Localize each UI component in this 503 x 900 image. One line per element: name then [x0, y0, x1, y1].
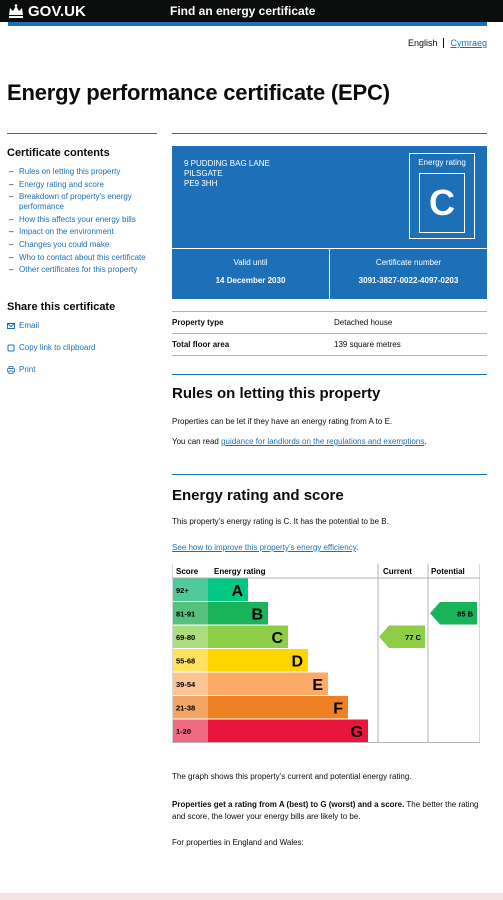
- score-label-e: 39-54: [176, 680, 196, 689]
- rules-paragraph-2-prefix: You can read: [172, 437, 222, 446]
- chart-header-score: Score: [176, 567, 199, 576]
- rating-letter-a: A: [231, 583, 243, 600]
- language-separator: [443, 38, 445, 48]
- share-email-label: Email: [19, 321, 40, 331]
- england-wales-note: For properties in England and Wales:: [172, 838, 304, 847]
- chart-header-rating: Energy rating: [214, 567, 266, 576]
- graph-description: The graph shows this property’s current …: [172, 772, 412, 781]
- summary-row-floor-area: Total floor area 139 square metres: [172, 334, 487, 356]
- score-label-c: 69-80: [176, 633, 195, 642]
- rating-letter-b: B: [251, 606, 263, 623]
- chart-header-current: Current: [383, 567, 412, 576]
- improve-efficiency-paragraph: See how to improve this property’s energ…: [172, 542, 487, 554]
- contents-link-breakdown[interactable]: Breakdown of property’s energy performan…: [7, 192, 157, 212]
- epc-header-panel: 9 Pudding Bag Lane Pilsgate PE9 3HH Ener…: [172, 146, 487, 248]
- improve-efficiency-link[interactable]: See how to improve this property’s energ…: [172, 543, 356, 552]
- header-underline: [8, 22, 487, 26]
- score-label-b: 81-91: [176, 609, 195, 618]
- share-print-link[interactable]: Print: [7, 365, 157, 374]
- certificate-contents-title: Certificate contents: [7, 147, 110, 159]
- rating-letter-f: F: [333, 700, 343, 717]
- score-label-g: 1-20: [176, 727, 191, 736]
- current-rating-marker-label: 77 C: [405, 633, 421, 642]
- language-switcher: English Cymraeg: [408, 38, 487, 48]
- bottom-strip: [0, 893, 503, 900]
- chart-header-potential: Potential: [431, 567, 465, 576]
- rating-letter-c: C: [271, 630, 283, 647]
- certificate-number-value: 3091-3827-0022-4097-0203: [358, 276, 459, 285]
- valid-until-value: 14 December 2030: [215, 276, 286, 285]
- summary-value: 139 square metres: [334, 340, 401, 349]
- rules-title: Rules on letting this property: [172, 385, 381, 402]
- certificate-number-label: Certificate number: [375, 258, 442, 267]
- language-welsh-link[interactable]: Cymraeg: [450, 38, 487, 48]
- chart-bands: 92+ A 81-91 B 69-80 C 55-68 D 39-54 E 21-38 F 1-20 G: [173, 578, 368, 742]
- energy-rating-paragraph: This property’s energy rating is C. It h…: [172, 517, 389, 526]
- rating-explanation-bold: Properties get a rating from A (best) to…: [172, 800, 405, 809]
- envelope-icon: [7, 322, 15, 329]
- address-line-1: 9 Pudding Bag Lane: [184, 159, 270, 168]
- rating-bar-e: [208, 672, 328, 695]
- score-label-a: 92+: [176, 586, 189, 595]
- contents-link-bills[interactable]: How this affects your energy bills: [7, 215, 157, 225]
- summary-key: Total floor area: [172, 340, 230, 349]
- valid-until-label: Valid until: [233, 258, 268, 267]
- property-address: 9 Pudding Bag Lane Pilsgate PE9 3HH: [184, 159, 270, 189]
- energy-rating-label: Energy rating: [418, 158, 466, 167]
- share-email-link[interactable]: Email: [7, 321, 157, 330]
- contents-link-changes[interactable]: Changes you could make: [7, 240, 157, 250]
- energy-rating-chart: Score Energy rating Current Potential 92…: [171, 564, 481, 743]
- energy-rating-box: Energy rating C: [409, 153, 475, 239]
- logo-text: GOV.UK: [28, 2, 86, 20]
- rules-section: Rules on letting this property Propertie…: [172, 374, 487, 448]
- summary-row-property-type: Property type Detached house: [172, 312, 487, 334]
- rating-letter-d: D: [291, 653, 303, 670]
- govuk-logo[interactable]: GOV.UK: [8, 3, 170, 20]
- epc-details-row: Valid until 14 December 2030 Certificate…: [172, 248, 487, 299]
- sidebar: Certificate contents Rules on letting th…: [7, 133, 157, 387]
- contents-link-contact[interactable]: Who to contact about this certificate: [7, 253, 157, 263]
- address-line-2: Pilsgate: [184, 169, 223, 178]
- contents-list: Rules on letting this property Energy ra…: [7, 167, 157, 275]
- service-name[interactable]: Find an energy certificate: [170, 4, 315, 18]
- share-copy-label: Copy link to clipboard: [19, 343, 96, 353]
- site-header: GOV.UK Find an energy certificate: [0, 0, 503, 26]
- certificate-number-cell: Certificate number 3091-3827-0022-4097-0…: [329, 249, 487, 299]
- score-label-f: 21-38: [176, 703, 195, 712]
- contents-link-rating[interactable]: Energy rating and score: [7, 180, 157, 190]
- language-current: English: [407, 38, 438, 48]
- rating-bar-g: [208, 719, 368, 742]
- printer-icon: [7, 365, 15, 374]
- energy-rating-title: Energy rating and score: [172, 487, 344, 504]
- landlord-guidance-link[interactable]: guidance for landlords on the regulation…: [221, 437, 424, 446]
- epc-summary-box: 9 Pudding Bag Lane Pilsgate PE9 3HH Ener…: [172, 133, 487, 299]
- main-content: 9 Pudding Bag Lane Pilsgate PE9 3HH Ener…: [171, 133, 487, 849]
- page-title: Energy performance certificate (EPC): [7, 80, 390, 105]
- crown-icon: [9, 4, 23, 18]
- contents-link-rules[interactable]: Rules on letting this property: [7, 167, 157, 177]
- property-summary-list: Property type Detached house Total floor…: [172, 311, 487, 356]
- rating-letter-g: G: [351, 724, 363, 741]
- rating-letter-e: E: [312, 677, 323, 694]
- valid-until-cell: Valid until 14 December 2030: [172, 249, 329, 299]
- summary-value: Detached house: [334, 318, 393, 327]
- rating-bar-f: [208, 696, 348, 719]
- contents-link-other-certificates[interactable]: Other certificates for this property: [7, 265, 157, 275]
- score-label-d: 55-68: [176, 656, 195, 665]
- share-copy-link[interactable]: Copy link to clipboard: [7, 343, 157, 352]
- energy-rating-section: Energy rating and score This property’s …: [171, 474, 487, 849]
- potential-rating-marker-label: 85 B: [457, 609, 473, 618]
- contents-link-environment[interactable]: Impact on the environment: [7, 227, 157, 237]
- rules-paragraph-2-suffix: .: [424, 437, 427, 446]
- address-postcode: PE9 3HH: [184, 179, 218, 188]
- share-print-label: Print: [19, 365, 36, 375]
- improve-efficiency-suffix: .: [356, 543, 359, 552]
- rules-paragraph-1: Properties can be let if they have an en…: [172, 417, 393, 426]
- rules-paragraph-2: You can read guidance for landlords on t…: [172, 436, 487, 448]
- energy-rating-letter: C: [419, 173, 465, 233]
- rating-explanation: Properties get a rating from A (best) to…: [172, 799, 487, 823]
- copy-icon: [7, 344, 15, 352]
- share-title: Share this certificate: [7, 301, 116, 314]
- summary-key: Property type: [172, 318, 224, 327]
